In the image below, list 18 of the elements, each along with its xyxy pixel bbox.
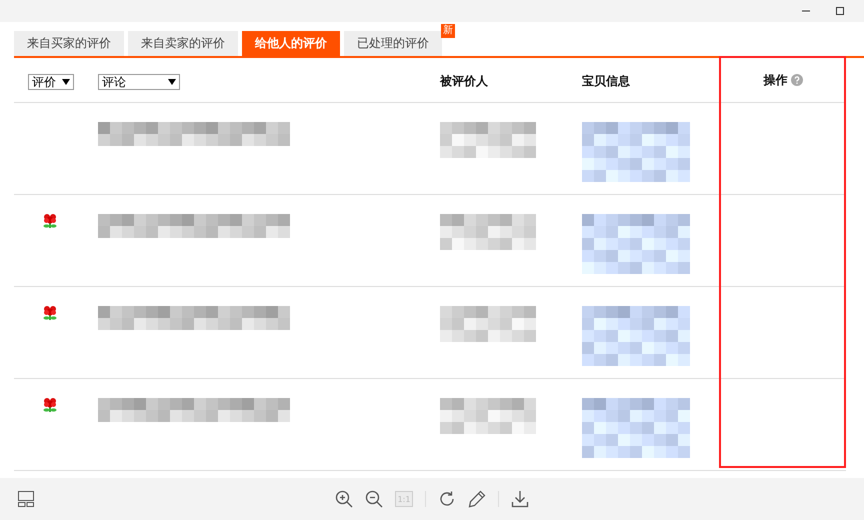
column-header: 被评价人 [440,74,488,88]
tab[interactable]: 来自买家的评价 [14,31,124,56]
tab[interactable]: 来自卖家的评价 [128,31,238,56]
column-header: 操作 [764,72,788,88]
dropdown-arrow-icon [168,78,176,84]
tab[interactable]: 已处理的评价 [344,31,442,56]
dropdown-arrow-icon [62,78,70,84]
pencil-icon[interactable] [468,490,486,508]
column-header: 宝贝信息 [582,74,630,88]
filter-dropdown[interactable]: 评论 [98,74,180,90]
new-badge: 新 [441,24,455,38]
zoom-in-icon[interactable] [335,490,353,508]
download-icon[interactable] [511,490,529,508]
filter-dropdown[interactable]: 评价 [28,74,74,90]
maximize-button[interactable] [834,5,846,17]
zoom-out-icon[interactable] [365,490,383,508]
layout-icon[interactable] [17,490,35,508]
rotate-icon[interactable] [438,490,456,508]
